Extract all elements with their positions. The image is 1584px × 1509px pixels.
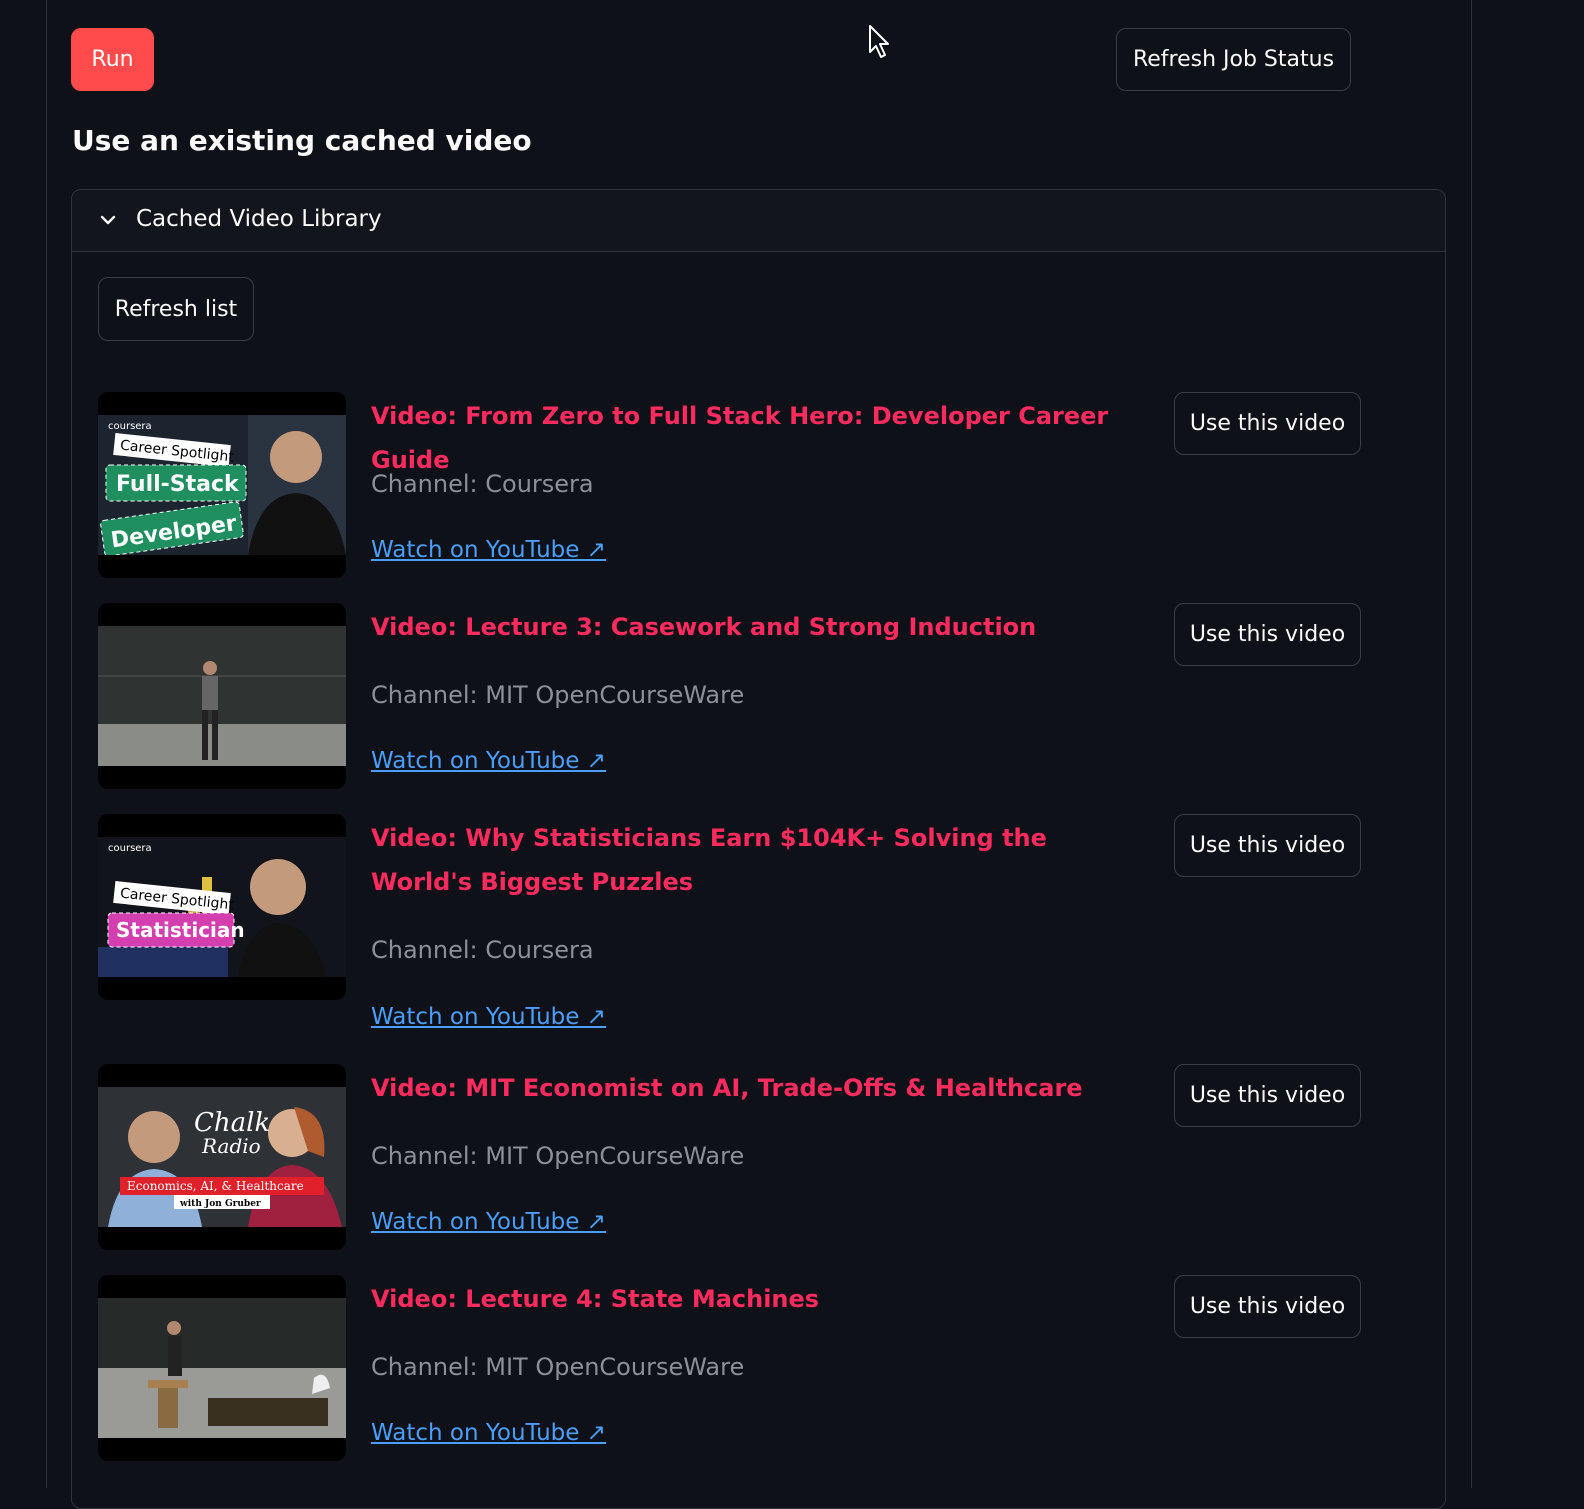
video-title: Video: Why Statisticians Earn $104K+ Sol… [371, 824, 1047, 896]
cached-video-library-expander: Cached Video Library Refresh list course… [71, 189, 1446, 1509]
video-channel: Channel: Coursera [371, 470, 594, 498]
list-item-video-3: coursera Career Spotlight Statistician V… [98, 814, 1398, 1044]
expander-header[interactable]: Cached Video Library [72, 190, 1445, 252]
chevron-down-icon [100, 215, 116, 225]
video-title: Video: MIT Economist on AI, Trade-Offs &… [371, 1074, 1083, 1102]
thumb-text: coursera [108, 421, 152, 432]
thumb-text: Statistician [116, 918, 245, 942]
thumb-text: Economics, AI, & Healthcare [127, 1179, 304, 1193]
video-channel: Channel: Coursera [371, 936, 594, 964]
use-this-video-button[interactable]: Use this video [1174, 1064, 1361, 1127]
mouse-cursor-icon [869, 25, 889, 58]
watch-on-youtube-link[interactable]: Watch on YouTube ↗ [371, 1004, 606, 1030]
video-title: Video: Lecture 3: Casework and Strong In… [371, 613, 1037, 641]
watch-on-youtube-link[interactable]: Watch on YouTube ↗ [371, 537, 606, 563]
thumbnail-image [98, 1298, 346, 1438]
video-title: Video: Lecture 4: State Machines [371, 1285, 820, 1313]
thumbnail-image: coursera Career Spotlight Full-Stack Dev… [98, 415, 346, 555]
video-thumbnail[interactable]: coursera Career Spotlight Full-Stack Dev… [98, 392, 346, 578]
video-title: Video: From Zero to Full Stack Hero: Dev… [371, 402, 1109, 474]
video-channel: Channel: MIT OpenCourseWare [371, 1353, 745, 1381]
use-this-video-button[interactable]: Use this video [1174, 392, 1361, 455]
list-item-video-4: Chalk Radio Economics, AI, & Healthcare … [98, 1064, 1398, 1254]
watch-on-youtube-link[interactable]: Watch on YouTube ↗ [371, 748, 606, 774]
thumbnail-image: Chalk Radio Economics, AI, & Healthcare … [98, 1087, 346, 1227]
expander-label: Cached Video Library [136, 206, 382, 232]
watch-on-youtube-link[interactable]: Watch on YouTube ↗ [371, 1209, 606, 1235]
use-this-video-button[interactable]: Use this video [1174, 603, 1361, 666]
list-item-video-1: coursera Career Spotlight Full-Stack Dev… [98, 392, 1398, 582]
thumbnail-image: coursera Career Spotlight Statistician [98, 837, 346, 977]
video-thumbnail[interactable]: coursera Career Spotlight Statistician [98, 814, 346, 1000]
section-title: Use an existing cached video [72, 124, 532, 157]
use-this-video-button[interactable]: Use this video [1174, 1275, 1361, 1338]
refresh-list-button[interactable]: Refresh list [98, 277, 254, 341]
refresh-job-status-button[interactable]: Refresh Job Status [1116, 28, 1351, 91]
thumb-text: Full-Stack [116, 472, 240, 497]
list-item-video-5: Video: Lecture 4: State Machines Channel… [98, 1275, 1398, 1465]
thumbnail-image [98, 626, 346, 766]
video-thumbnail[interactable] [98, 1275, 346, 1461]
thumb-text: with Jon Gruber [179, 1199, 261, 1209]
list-item-video-2: Video: Lecture 3: Casework and Strong In… [98, 603, 1398, 793]
run-button[interactable]: Run [71, 28, 154, 91]
video-channel: Channel: MIT OpenCourseWare [371, 1142, 745, 1170]
watch-on-youtube-link[interactable]: Watch on YouTube ↗ [371, 1420, 606, 1446]
video-channel: Channel: MIT OpenCourseWare [371, 681, 745, 709]
video-thumbnail[interactable] [98, 603, 346, 789]
thumb-text: Radio [201, 1134, 261, 1158]
thumb-text: coursera [108, 843, 152, 854]
use-this-video-button[interactable]: Use this video [1174, 814, 1361, 877]
video-thumbnail[interactable]: Chalk Radio Economics, AI, & Healthcare … [98, 1064, 346, 1250]
